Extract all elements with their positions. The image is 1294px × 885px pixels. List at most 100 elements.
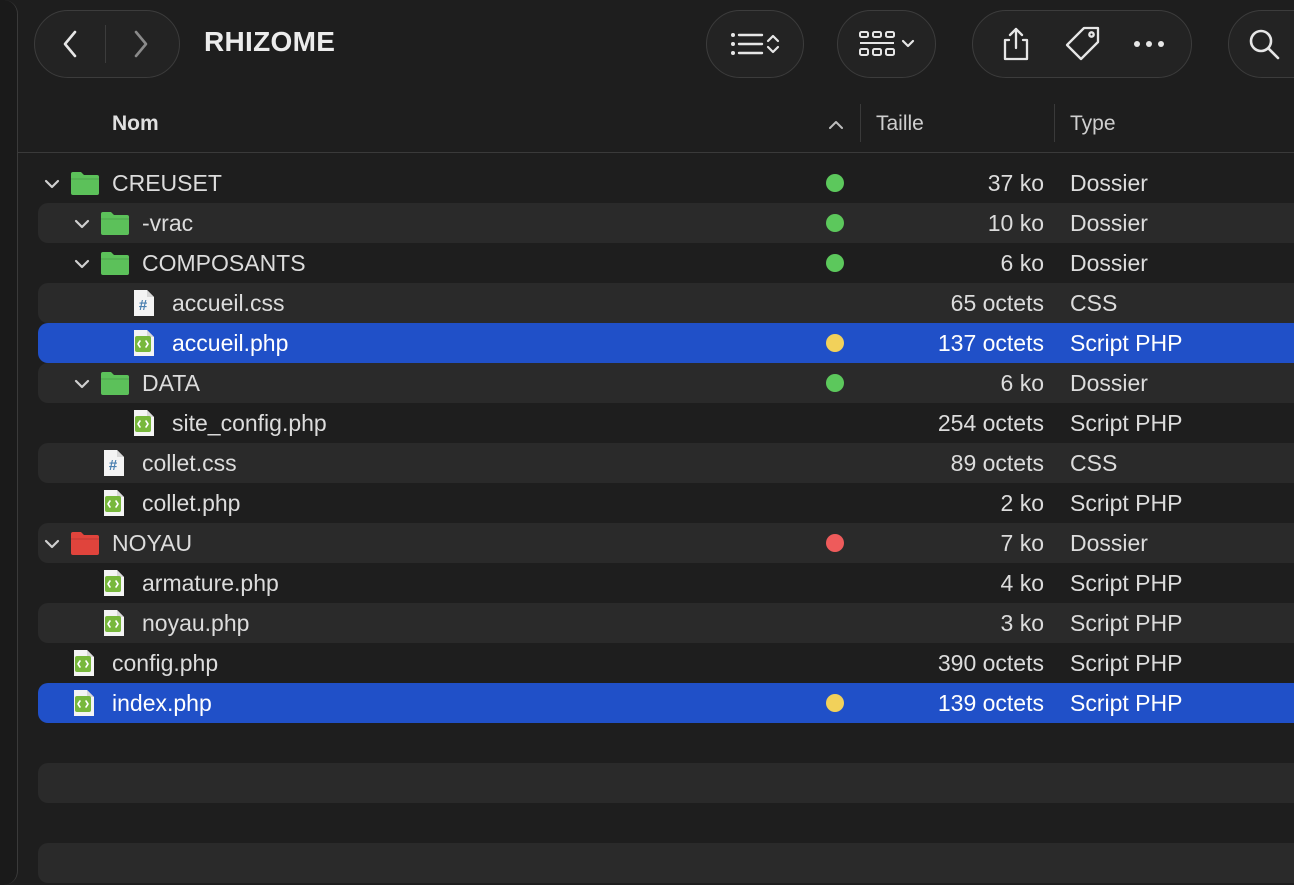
file-size: 390 octets: [937, 650, 1044, 676]
file-size: 65 octets: [950, 290, 1044, 316]
tag-green-icon: [826, 254, 844, 272]
column-header: Nom Taille Type: [18, 96, 1294, 153]
file-size: 139 octets: [937, 690, 1044, 716]
svg-text:#: #: [139, 297, 148, 314]
file-row[interactable]: config.php 390 octets Script PHP: [38, 643, 1294, 683]
php-file-icon: [72, 689, 96, 723]
file-name: site_config.php: [172, 410, 327, 436]
folder-green-icon: [100, 250, 130, 282]
file-size: 7 ko: [1000, 530, 1044, 556]
file-name: armature.php: [142, 570, 279, 596]
file-name: accueil.php: [172, 330, 289, 356]
grid-icon: [858, 30, 895, 58]
chevron-left-icon: [63, 30, 77, 58]
file-type: Script PHP: [1070, 690, 1183, 716]
file-type: Script PHP: [1070, 410, 1183, 436]
file-name: DATA: [142, 370, 200, 396]
file-row[interactable]: site_config.php 254 octets Script PHP: [38, 403, 1294, 443]
column-type-header[interactable]: Type: [1070, 96, 1116, 152]
tag-button[interactable]: [1064, 25, 1102, 63]
file-row[interactable]: armature.php 4 ko Script PHP: [38, 563, 1294, 603]
folder-green-icon: [100, 370, 130, 402]
disclosure-chevron-icon[interactable]: [72, 213, 92, 233]
php-file-icon: [102, 569, 126, 603]
file-size: 254 octets: [937, 410, 1044, 436]
folder-green-icon: [100, 210, 130, 242]
file-type: Dossier: [1070, 370, 1148, 396]
column-size-header[interactable]: Taille: [876, 96, 924, 152]
folder-row[interactable]: NOYAU 7 ko Dossier: [38, 523, 1294, 563]
file-type: Script PHP: [1070, 570, 1183, 596]
disclosure-chevron-icon[interactable]: [72, 253, 92, 273]
chevron-down-icon: [901, 39, 915, 49]
chevron-updown-icon: [766, 32, 780, 56]
file-row[interactable]: index.php 139 octets Script PHP: [38, 683, 1294, 723]
column-divider[interactable]: [1054, 104, 1055, 142]
file-row[interactable]: # accueil.css 65 octets CSS: [38, 283, 1294, 323]
column-name-header[interactable]: Nom: [112, 96, 159, 152]
file-name: index.php: [112, 690, 212, 716]
search-button[interactable]: [1228, 10, 1294, 78]
tag-green-icon: [826, 214, 844, 232]
file-name: COMPOSANTS: [142, 250, 306, 276]
file-type: Dossier: [1070, 170, 1148, 196]
file-size: 137 octets: [937, 330, 1044, 356]
folder-red-icon: [70, 530, 100, 562]
file-name: accueil.css: [172, 290, 285, 316]
css-file-icon: #: [132, 289, 156, 323]
file-name: CREUSET: [112, 170, 222, 196]
file-type: Dossier: [1070, 250, 1148, 276]
file-name: -vrac: [142, 210, 194, 236]
php-file-icon: [102, 609, 126, 643]
php-file-icon: [132, 409, 156, 443]
file-name: noyau.php: [142, 610, 250, 636]
file-row[interactable]: noyau.php 3 ko Script PHP: [38, 603, 1294, 643]
disclosure-chevron-icon[interactable]: [72, 373, 92, 393]
empty-row: [38, 843, 1294, 883]
tag-yellow-icon: [826, 694, 844, 712]
disclosure-chevron-icon[interactable]: [42, 533, 62, 553]
file-size: 6 ko: [1000, 250, 1044, 276]
forward-button[interactable]: [106, 11, 176, 77]
sidebar-edge: [0, 0, 18, 885]
file-size: 10 ko: [987, 210, 1044, 236]
folder-row[interactable]: COMPOSANTS 6 ko Dossier: [38, 243, 1294, 283]
folder-row[interactable]: -vrac 10 ko Dossier: [38, 203, 1294, 243]
tag-red-icon: [826, 534, 844, 552]
chevron-right-icon: [134, 30, 148, 58]
list-view-icon: [730, 31, 766, 57]
file-name: config.php: [112, 650, 219, 676]
sort-ascending-icon: [824, 96, 848, 152]
file-size: 6 ko: [1000, 370, 1044, 396]
back-button[interactable]: [35, 11, 105, 77]
file-row[interactable]: # collet.css 89 octets CSS: [38, 443, 1294, 483]
file-type: Script PHP: [1070, 610, 1183, 636]
share-button[interactable]: [999, 26, 1033, 62]
file-size: 89 octets: [950, 450, 1044, 476]
folder-row[interactable]: CREUSET 37 ko Dossier: [38, 163, 1294, 203]
column-divider[interactable]: [860, 104, 861, 142]
file-type: CSS: [1070, 450, 1118, 476]
empty-row: [38, 723, 1294, 763]
window-title: RHIZOME: [204, 26, 336, 57]
group-view-button[interactable]: [837, 10, 936, 78]
file-size: 2 ko: [1000, 490, 1044, 516]
disclosure-chevron-icon[interactable]: [42, 173, 62, 193]
file-name: collet.php: [142, 490, 241, 516]
view-list-button[interactable]: [706, 10, 804, 78]
svg-text:#: #: [109, 457, 118, 474]
folder-row[interactable]: DATA 6 ko Dossier: [38, 363, 1294, 403]
file-type: Script PHP: [1070, 330, 1183, 356]
file-row[interactable]: collet.php 2 ko Script PHP: [38, 483, 1294, 523]
file-size: 3 ko: [1000, 610, 1044, 636]
more-button[interactable]: [1133, 40, 1165, 48]
file-row[interactable]: accueil.php 137 octets Script PHP: [38, 323, 1294, 363]
ellipsis-icon: [1134, 41, 1165, 47]
php-file-icon: [72, 649, 96, 683]
navigation-control: [34, 10, 180, 78]
empty-row: [38, 763, 1294, 803]
empty-row: [38, 803, 1294, 843]
file-size: 4 ko: [1000, 570, 1044, 596]
file-list: CREUSET 37 ko Dossier -vrac 10 ko Dossier COMP…: [18, 163, 1294, 883]
tag-yellow-icon: [826, 334, 844, 352]
